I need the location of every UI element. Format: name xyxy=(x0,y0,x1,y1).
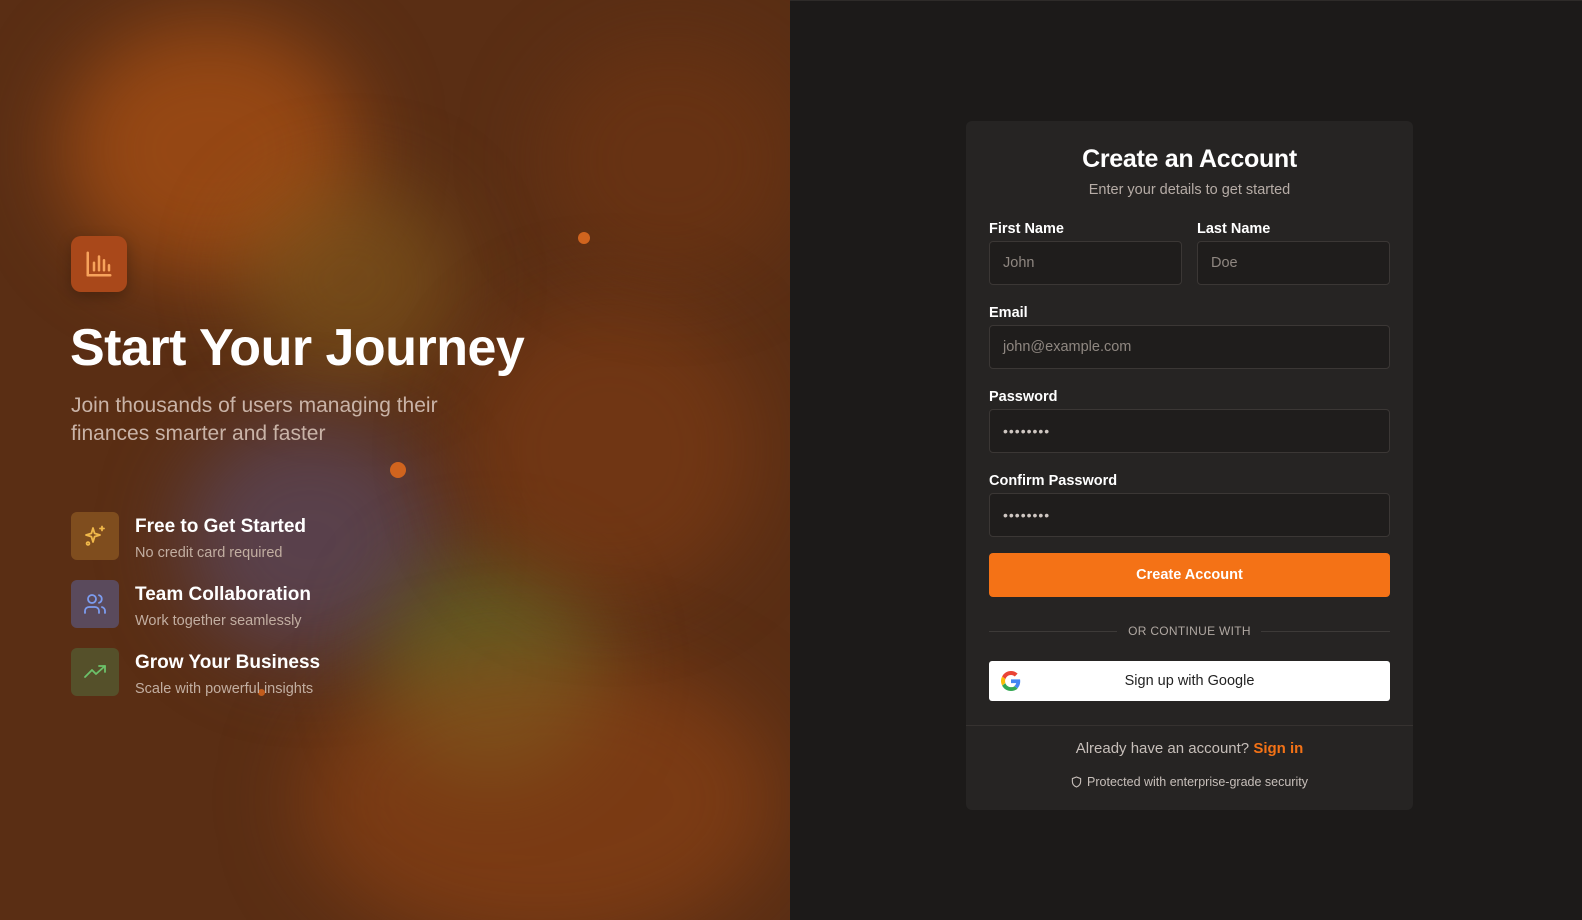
google-button-label: Sign up with Google xyxy=(1124,673,1255,689)
decorative-dot xyxy=(390,462,406,478)
background-glow xyxy=(540,40,790,280)
signin-prompt-line: Already have an account? Sign in xyxy=(966,740,1413,757)
sparkles-icon xyxy=(85,525,105,546)
last-name-input[interactable]: Doe xyxy=(1197,241,1390,285)
signin-link[interactable]: Sign in xyxy=(1253,740,1303,757)
feature-item: Free to Get Started No credit card requi… xyxy=(71,512,306,561)
form-subtitle: Enter your details to get started xyxy=(1088,182,1291,198)
feature-title: Grow Your Business xyxy=(135,652,321,673)
confirm-password-label: Confirm Password xyxy=(989,473,1118,489)
feature-icon-box xyxy=(71,512,119,560)
feature-icon-box xyxy=(71,648,119,696)
password-input[interactable]: •••••••• xyxy=(989,409,1390,453)
users-icon xyxy=(84,594,106,614)
feature-description: No credit card required xyxy=(135,545,283,561)
first-name-input[interactable]: John xyxy=(989,241,1182,285)
feature-icon-box xyxy=(71,580,119,628)
form-title: Create an Account xyxy=(1082,145,1297,173)
logo xyxy=(71,236,127,292)
first-name-label: First Name xyxy=(989,221,1064,237)
feature-item: Team Collaboration Work together seamles… xyxy=(71,580,311,629)
create-account-button[interactable]: Create Account xyxy=(989,553,1390,597)
feature-title: Free to Get Started xyxy=(135,516,307,537)
decorative-dot xyxy=(578,232,590,244)
bar-chart-icon xyxy=(86,251,112,277)
signin-prompt: Already have an account? xyxy=(1075,740,1250,757)
feature-title: Team Collaboration xyxy=(135,584,311,605)
security-note-text: Protected with enterprise-grade security xyxy=(1087,775,1308,789)
shield-icon xyxy=(1071,776,1082,788)
email-input[interactable]: john@example.com xyxy=(989,325,1390,369)
google-icon xyxy=(1001,671,1021,691)
hero-panel: Start Your Journey Join thousands of use… xyxy=(0,0,790,920)
signup-card: Create an Account Enter your details to … xyxy=(966,121,1413,810)
hero-subtitle: Join thousands of users managing their f… xyxy=(71,394,438,445)
security-note: Protected with enterprise-grade security xyxy=(966,775,1413,789)
divider: OR CONTINUE WITH xyxy=(989,624,1390,638)
email-label: Email xyxy=(989,305,1028,321)
background-glow xyxy=(300,650,780,920)
feature-description: Work together seamlessly xyxy=(135,613,302,629)
card-footer: Already have an account? Sign in Protect… xyxy=(966,725,1413,810)
confirm-password-input[interactable]: •••••••• xyxy=(989,493,1390,537)
last-name-label: Last Name xyxy=(1197,221,1271,237)
trending-up-icon xyxy=(84,665,106,678)
password-label: Password xyxy=(989,389,1058,405)
feature-description: Scale with powerful insights xyxy=(135,681,314,697)
feature-item: Grow Your Business Scale with powerful i… xyxy=(71,648,320,697)
google-signup-button[interactable]: Sign up with Google xyxy=(989,661,1390,701)
hero-title: Start Your Journey xyxy=(70,319,525,377)
